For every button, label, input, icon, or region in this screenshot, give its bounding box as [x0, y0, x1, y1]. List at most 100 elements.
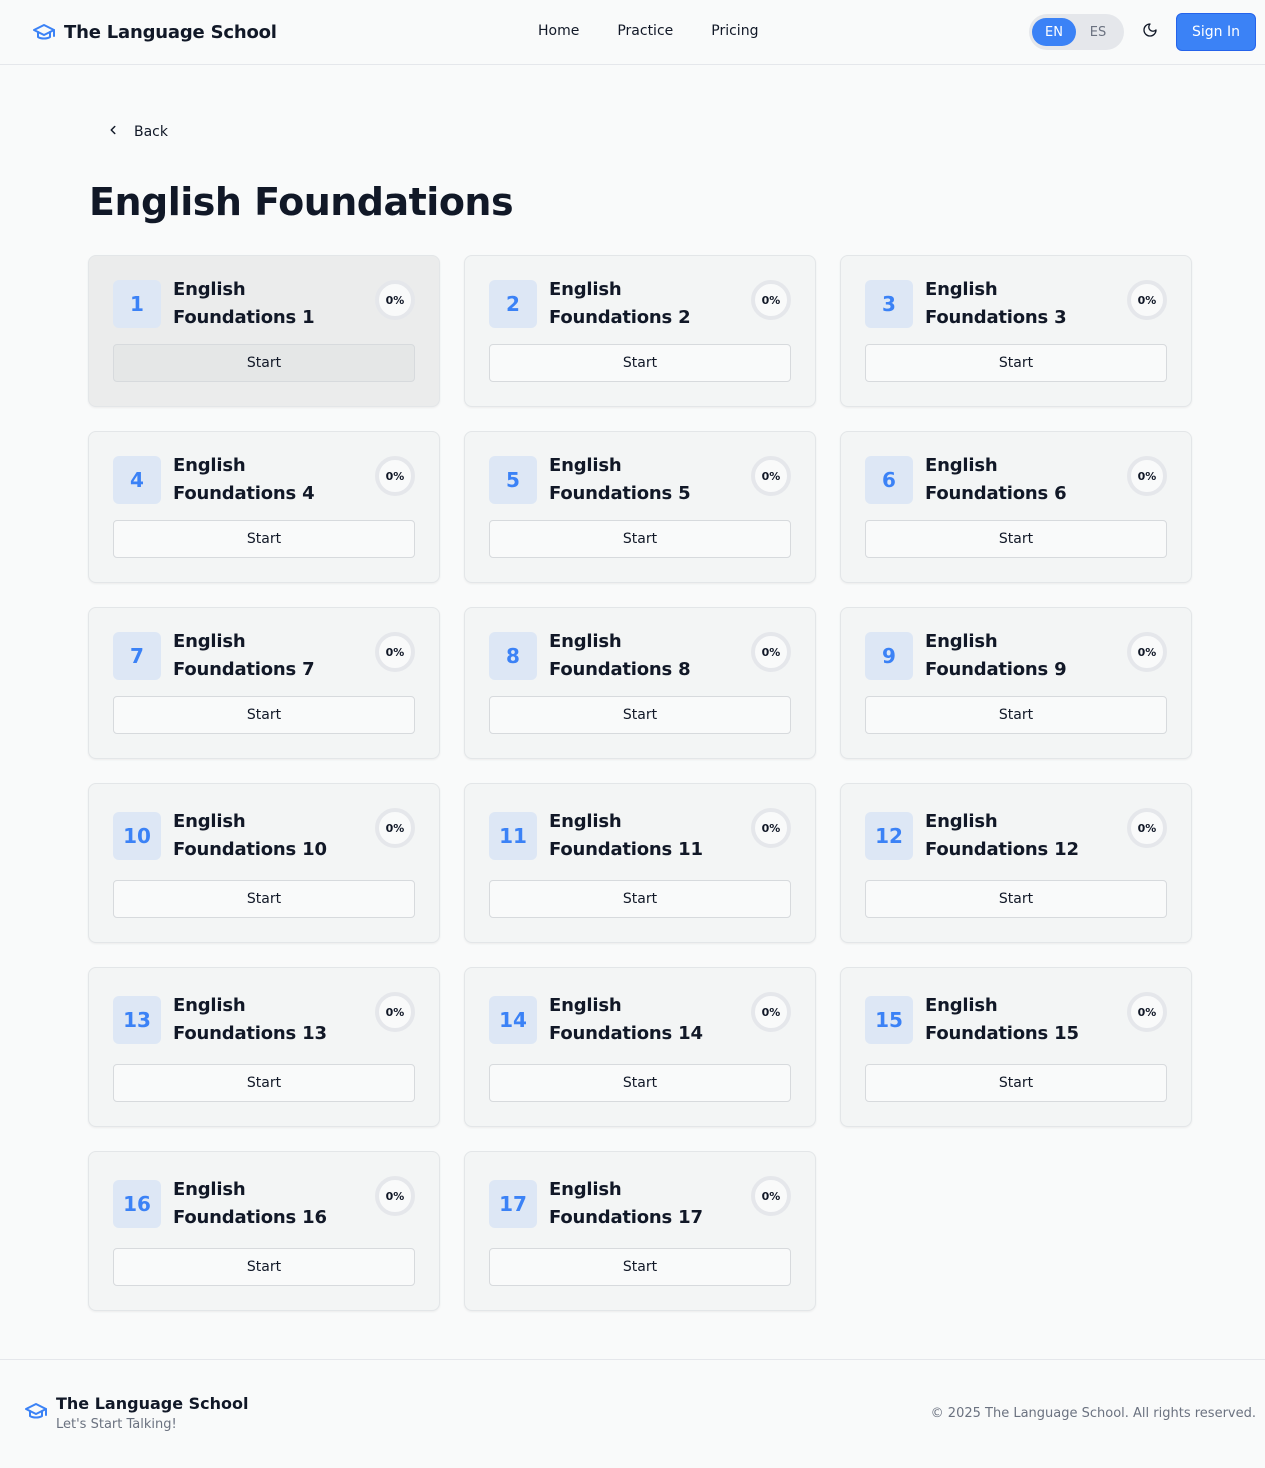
- footer-tagline: Let's Start Talking!: [56, 1417, 177, 1432]
- lesson-progress-ring: 0%: [375, 808, 415, 848]
- lesson-card[interactable]: 9 English Foundations 9 0% Start: [840, 607, 1192, 759]
- lesson-progress-ring: 0%: [1127, 456, 1167, 496]
- lesson-card-header: 2 English Foundations 2: [489, 279, 791, 328]
- lesson-card-header: 6 English Foundations 6: [865, 455, 1167, 504]
- copyright: © 2025 The Language School. All rights r…: [930, 1406, 1256, 1421]
- lesson-progress-ring: 0%: [375, 1176, 415, 1216]
- sign-in-button[interactable]: Sign In: [1176, 13, 1256, 51]
- lesson-progress-ring: 0%: [751, 808, 791, 848]
- lesson-card-header: 11 English Foundations 11: [489, 808, 791, 864]
- lesson-start-button[interactable]: Start: [113, 520, 415, 558]
- lesson-number-badge: 12: [865, 812, 913, 860]
- lesson-start-button[interactable]: Start: [865, 696, 1167, 734]
- lesson-number-badge: 1: [113, 280, 161, 328]
- lesson-card-header: 9 English Foundations 9: [865, 631, 1167, 680]
- lesson-number-badge: 3: [865, 280, 913, 328]
- lesson-card[interactable]: 10 English Foundations 10 0% Start: [88, 783, 440, 943]
- graduation-cap-icon: [24, 1399, 48, 1427]
- lesson-start-button[interactable]: Start: [113, 696, 415, 734]
- lesson-card[interactable]: 6 English Foundations 6 0% Start: [840, 431, 1192, 583]
- lesson-card[interactable]: 12 English Foundations 12 0% Start: [840, 783, 1192, 943]
- lesson-card[interactable]: 17 English Foundations 17 0% Start: [464, 1151, 816, 1311]
- nav-home[interactable]: Home: [538, 23, 579, 39]
- nav-pricing[interactable]: Pricing: [711, 23, 758, 39]
- lesson-start-button[interactable]: Start: [489, 1248, 791, 1286]
- back-label: Back: [134, 123, 168, 140]
- lesson-title: English Foundations 16: [173, 1179, 327, 1228]
- lesson-number-badge: 9: [865, 632, 913, 680]
- lesson-card[interactable]: 2 English Foundations 2 0% Start: [464, 255, 816, 407]
- lesson-start-button[interactable]: Start: [865, 880, 1167, 918]
- theme-toggle-button[interactable]: [1138, 20, 1162, 44]
- lang-es-button[interactable]: ES: [1076, 18, 1120, 46]
- main-nav: Home Practice Pricing: [538, 23, 758, 39]
- lesson-number-badge: 6: [865, 456, 913, 504]
- lesson-card[interactable]: 8 English Foundations 8 0% Start: [464, 607, 816, 759]
- site-footer: The Language School Let's Start Talking!…: [0, 1359, 1265, 1468]
- lesson-number-badge: 2: [489, 280, 537, 328]
- lesson-card[interactable]: 5 English Foundations 5 0% Start: [464, 431, 816, 583]
- page-title: English Foundations: [89, 180, 514, 224]
- lesson-progress-ring: 0%: [1127, 632, 1167, 672]
- lesson-title: English Foundations 12: [925, 811, 1079, 860]
- lesson-card-header: 10 English Foundations 10: [113, 808, 415, 864]
- lesson-title: English Foundations 6: [925, 455, 1067, 504]
- lesson-start-button[interactable]: Start: [489, 880, 791, 918]
- lesson-start-button[interactable]: Start: [865, 344, 1167, 382]
- lesson-start-button[interactable]: Start: [489, 520, 791, 558]
- lesson-card-header: 16 English Foundations 16: [113, 1176, 415, 1232]
- lesson-number-badge: 4: [113, 456, 161, 504]
- brand-name: The Language School: [64, 21, 277, 43]
- lesson-title: English Foundations 10: [173, 811, 327, 860]
- back-button[interactable]: Back: [106, 122, 168, 141]
- lesson-card-header: 3 English Foundations 3: [865, 279, 1167, 328]
- lesson-grid: 1 English Foundations 1 0% Start 2 English Fo…: [88, 255, 1192, 1311]
- lesson-card-header: 12 English Foundations 12: [865, 808, 1167, 864]
- lesson-title: English Foundations 14: [549, 995, 703, 1044]
- chevron-left-icon: [106, 122, 120, 141]
- lesson-progress-ring: 0%: [751, 992, 791, 1032]
- lesson-title: English Foundations 1: [173, 279, 315, 328]
- lesson-start-button[interactable]: Start: [489, 1064, 791, 1102]
- lesson-start-button[interactable]: Start: [865, 520, 1167, 558]
- lesson-card[interactable]: 16 English Foundations 16 0% Start: [88, 1151, 440, 1311]
- lesson-start-button[interactable]: Start: [865, 1064, 1167, 1102]
- lesson-card[interactable]: 14 English Foundations 14 0% Start: [464, 967, 816, 1127]
- lesson-number-badge: 10: [113, 812, 161, 860]
- lesson-title: English Foundations 4: [173, 455, 315, 504]
- moon-icon: [1142, 22, 1158, 42]
- lesson-progress-ring: 0%: [751, 280, 791, 320]
- lesson-title: English Foundations 2: [549, 279, 691, 328]
- lesson-card[interactable]: 4 English Foundations 4 0% Start: [88, 431, 440, 583]
- brand[interactable]: The Language School: [32, 20, 277, 44]
- lesson-start-button[interactable]: Start: [489, 696, 791, 734]
- lesson-start-button[interactable]: Start: [489, 344, 791, 382]
- lesson-start-button[interactable]: Start: [113, 1064, 415, 1102]
- lesson-number-badge: 17: [489, 1180, 537, 1228]
- lesson-card[interactable]: 15 English Foundations 15 0% Start: [840, 967, 1192, 1127]
- lesson-card-header: 13 English Foundations 13: [113, 992, 415, 1048]
- lesson-card[interactable]: 7 English Foundations 7 0% Start: [88, 607, 440, 759]
- lesson-start-button[interactable]: Start: [113, 1248, 415, 1286]
- lesson-progress-ring: 0%: [1127, 280, 1167, 320]
- lang-en-button[interactable]: EN: [1032, 18, 1076, 46]
- lesson-card-header: 5 English Foundations 5: [489, 455, 791, 504]
- lesson-progress-ring: 0%: [1127, 992, 1167, 1032]
- lesson-start-button[interactable]: Start: [113, 344, 415, 382]
- lesson-card[interactable]: 1 English Foundations 1 0% Start: [88, 255, 440, 407]
- footer-brand-name: The Language School: [56, 1394, 249, 1413]
- lesson-card-header: 1 English Foundations 1: [113, 279, 415, 328]
- nav-practice[interactable]: Practice: [617, 23, 673, 39]
- lesson-number-badge: 5: [489, 456, 537, 504]
- lesson-title: English Foundations 15: [925, 995, 1079, 1044]
- lesson-progress-ring: 0%: [751, 456, 791, 496]
- lesson-title: English Foundations 7: [173, 631, 315, 680]
- lesson-card[interactable]: 13 English Foundations 13 0% Start: [88, 967, 440, 1127]
- lesson-progress-ring: 0%: [751, 1176, 791, 1216]
- lesson-progress-ring: 0%: [751, 632, 791, 672]
- lesson-title: English Foundations 3: [925, 279, 1067, 328]
- lesson-card[interactable]: 11 English Foundations 11 0% Start: [464, 783, 816, 943]
- lesson-card-header: 15 English Foundations 15: [865, 992, 1167, 1048]
- lesson-card[interactable]: 3 English Foundations 3 0% Start: [840, 255, 1192, 407]
- lesson-start-button[interactable]: Start: [113, 880, 415, 918]
